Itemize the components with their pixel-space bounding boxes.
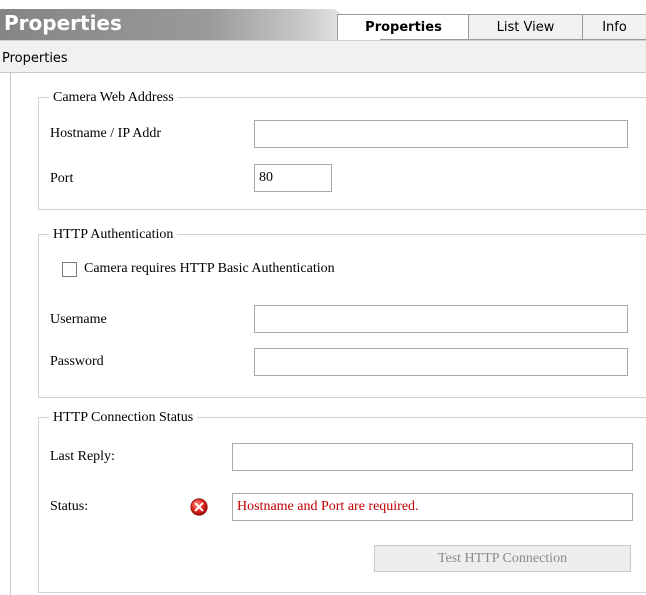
- port-label: Port: [50, 171, 74, 186]
- tab-list-view[interactable]: List View: [468, 14, 582, 40]
- hostname-label: Hostname / IP Addr: [50, 126, 162, 141]
- status-field: [232, 493, 633, 521]
- toolbar-label: Properties: [2, 51, 68, 66]
- panel-title: Properties: [4, 11, 122, 35]
- username-label: Username: [50, 312, 107, 327]
- http-basic-auth-label[interactable]: Camera requires HTTP Basic Authenticatio…: [84, 260, 335, 278]
- tab-properties[interactable]: Properties: [337, 14, 469, 40]
- status-label: Status:: [50, 499, 89, 514]
- tab-info[interactable]: Info: [582, 14, 646, 40]
- tab-label: Properties: [365, 20, 442, 35]
- test-http-connection-button[interactable]: Test HTTP Connection: [374, 545, 631, 572]
- group-camera-web-address: Camera Web Address: [38, 89, 646, 210]
- tab-label: List View: [496, 20, 555, 35]
- username-input[interactable]: [254, 305, 628, 333]
- group-legend: Camera Web Address: [49, 89, 178, 107]
- password-label: Password: [50, 354, 104, 369]
- title-bar: Properties Properties List View Info: [0, 0, 646, 40]
- group-legend: HTTP Authentication: [49, 226, 178, 244]
- http-basic-auth-checkbox[interactable]: [62, 262, 77, 277]
- last-reply-label: Last Reply:: [50, 449, 115, 464]
- hostname-input[interactable]: [254, 120, 628, 148]
- error-icon: [190, 498, 208, 516]
- left-divider: [10, 73, 11, 595]
- tab-label: Info: [602, 20, 627, 35]
- group-legend: HTTP Connection Status: [49, 409, 198, 427]
- password-input[interactable]: [254, 348, 628, 376]
- properties-toolbar: Properties: [0, 40, 646, 73]
- last-reply-field: [232, 443, 633, 471]
- port-input[interactable]: [254, 164, 332, 192]
- button-label: Test HTTP Connection: [437, 550, 568, 566]
